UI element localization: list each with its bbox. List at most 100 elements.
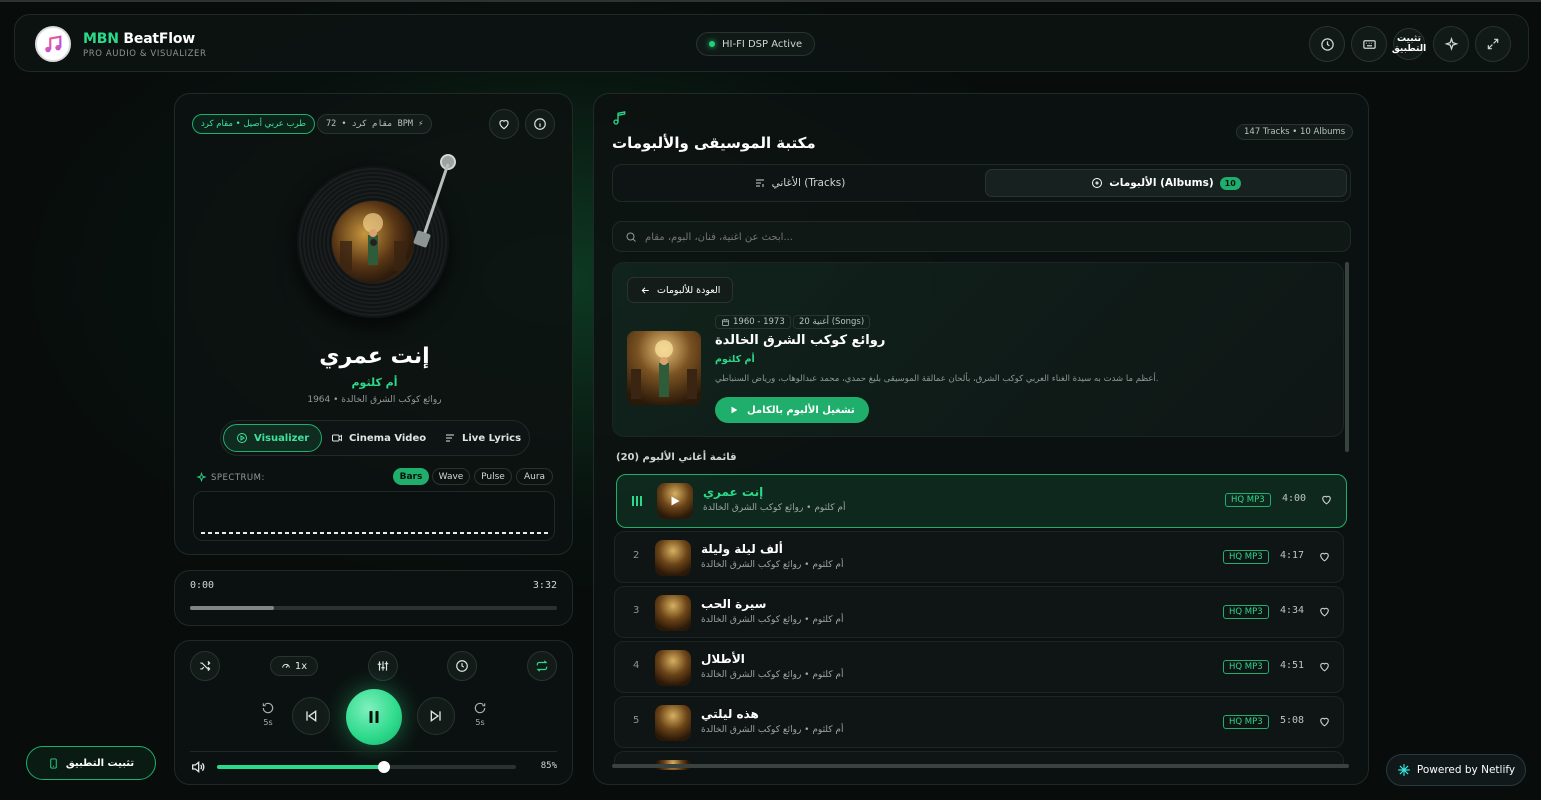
genre-chip: طرب عربي أصيل • مقام كرد [192, 114, 316, 134]
volume-fill [217, 765, 385, 769]
favorite-button[interactable] [489, 109, 519, 139]
album-years: 1960 - 1973 [733, 317, 785, 327]
track-heart-icon[interactable] [1318, 605, 1331, 618]
sleep-timer-button[interactable] [447, 651, 477, 681]
search-input[interactable] [645, 228, 1335, 246]
album-artist: أم كلثوم [715, 354, 755, 365]
install-app-button[interactable]: تثبيت التطبيق [26, 746, 156, 780]
horizontal-scrollbar[interactable] [612, 764, 1349, 768]
track-row-5[interactable]: 5 هذه ليلتي أم كلثوم • روائع كوكب الشرق … [614, 696, 1344, 748]
expand-icon [1487, 38, 1499, 50]
volume-value: 85% [540, 761, 557, 771]
track-row-partial [614, 751, 1344, 770]
spectrum-mode-wave[interactable]: Wave [432, 468, 470, 485]
shuffle-button[interactable] [190, 651, 220, 681]
top-edge [0, 0, 1541, 2]
brand-title: BeatFlow [123, 31, 196, 47]
dsp-status-text: HI-FI DSP Active [722, 38, 803, 50]
shuffle-icon [200, 660, 211, 672]
phone-icon [50, 757, 57, 769]
equalizer-button[interactable] [368, 651, 398, 681]
previous-button[interactable] [292, 697, 330, 735]
volume-slider[interactable] [217, 761, 516, 773]
status-dot [709, 41, 715, 47]
rewind-5-button[interactable]: 5s [257, 701, 279, 727]
quality-badge: HQ MP3 [1223, 715, 1269, 729]
tab-tracks[interactable]: الأغاني (Tracks) [617, 169, 982, 197]
info-button[interactable] [525, 109, 555, 139]
track-thumbnail [655, 705, 691, 741]
track-heart-icon[interactable] [1318, 715, 1331, 728]
forward-5-button[interactable]: 5s [469, 701, 491, 727]
vinyl-spindle [370, 239, 377, 246]
track-row-1[interactable]: إنت عمري أم كلثوم • روائع كوكب الشرق الخ… [616, 474, 1347, 528]
track-number: 3 [633, 605, 640, 616]
volume-icon[interactable] [190, 759, 206, 775]
track-subtitle: أم كلثوم • روائع كوكب الشرق الخالدة [701, 560, 844, 570]
track-duration: 4:00 [1282, 493, 1307, 504]
next-button[interactable] [417, 697, 455, 735]
track-row-4[interactable]: 4 الأطلال أم كلثوم • روائع كوكب الشرق ال… [614, 641, 1344, 693]
header-install-label: تثبيت التطبيق [1391, 33, 1427, 54]
timer-icon [456, 660, 468, 672]
netlify-badge[interactable]: Powered by Netlify [1386, 754, 1526, 786]
skip-back-icon [306, 710, 317, 722]
vertical-scrollbar[interactable] [1345, 262, 1349, 452]
back-to-albums-button[interactable]: العودة للألبومات [627, 277, 734, 303]
history-button[interactable] [1309, 26, 1345, 62]
tab-live-lyrics[interactable]: Live Lyrics [444, 424, 521, 452]
track-list-heading: قائمة أغاني الألبوم (20) [616, 452, 737, 463]
volume-knob[interactable] [378, 761, 391, 773]
track-number: 5 [633, 715, 640, 726]
play-pause-button[interactable] [346, 689, 402, 745]
play-album-button[interactable]: تشغيل الألبوم بالكامل [715, 397, 869, 423]
bpm-chip: مقام كرد • 72 BPM ⚡ [317, 114, 433, 134]
progress-bar[interactable] [190, 606, 557, 610]
track-title: إنت عمري [319, 344, 430, 369]
repeat-icon [536, 660, 548, 672]
app-logo [35, 26, 71, 62]
progress-fill [190, 606, 275, 610]
search-box[interactable] [612, 221, 1351, 252]
quality-badge: HQ MP3 [1223, 605, 1269, 619]
track-title: إنت عمري [703, 485, 764, 499]
track-heart-icon[interactable] [1318, 550, 1331, 563]
track-subtitle: أم كلثوم • روائع كوكب الشرق الخالدة [701, 615, 844, 625]
fullscreen-button[interactable] [1475, 26, 1511, 62]
library-card: مكتبة الموسيقى والألبومات 147 Tracks • 1… [593, 93, 1369, 785]
track-heart-icon[interactable] [1318, 660, 1331, 673]
speed-button[interactable]: 1x [270, 656, 318, 676]
track-heart-icon[interactable] [1320, 493, 1333, 506]
sparkle-icon [1444, 36, 1458, 51]
spectrum-mode-bars[interactable]: Bars [393, 468, 429, 485]
effects-button[interactable] [1433, 26, 1469, 62]
track-duration: 5:08 [1280, 715, 1305, 726]
tab-visualizer[interactable]: Visualizer [223, 424, 323, 452]
info-icon [534, 118, 546, 130]
arrow-left-icon [641, 286, 649, 294]
library-title: مكتبة الموسيقى والألبومات [612, 134, 816, 152]
spectrum-mode-pulse[interactable]: Pulse [474, 468, 512, 485]
shortcuts-button[interactable] [1351, 26, 1387, 62]
spectrum-mode-aura[interactable]: Aura [516, 468, 553, 485]
pause-icon [369, 711, 379, 723]
mode-wave-label: Wave [438, 471, 464, 482]
track-subtitle: أم كلثوم • روائع كوكب الشرق الخالدة [701, 670, 844, 680]
track-title: سيرة الحب [701, 597, 767, 611]
spectrum-sparkle-icon [196, 472, 207, 483]
track-duration: 4:34 [1280, 605, 1305, 616]
album-description: أعظم ما شدت به سيدة الغناء العربي كوكب ا… [715, 374, 1159, 384]
heart-icon [499, 120, 509, 130]
equalizer-playing-icon [632, 496, 642, 506]
header-install-button[interactable]: تثبيت التطبيق [1391, 28, 1427, 60]
dsp-status-badge: HI-FI DSP Active [696, 32, 816, 56]
track-row-3[interactable]: 3 سيرة الحب أم كلثوم • روائع كوكب الشرق … [614, 586, 1344, 638]
album-songs-chip: 20 أغنية (Songs) [793, 315, 871, 329]
album-years-chip: 1960 - 1973 [715, 315, 791, 329]
track-row-2[interactable]: 2 ألف ليلة وليلة أم كلثوم • روائع كوكب ا… [614, 531, 1344, 583]
repeat-button[interactable] [527, 651, 557, 681]
tab-albums[interactable]: الألبومات (Albums) 10 [985, 169, 1347, 197]
bpm-chip-text: مقام كرد • 72 BPM ⚡ [326, 119, 424, 129]
tab-cinema-video[interactable]: Cinema Video [331, 424, 426, 452]
forward-label: 5s [475, 718, 485, 727]
